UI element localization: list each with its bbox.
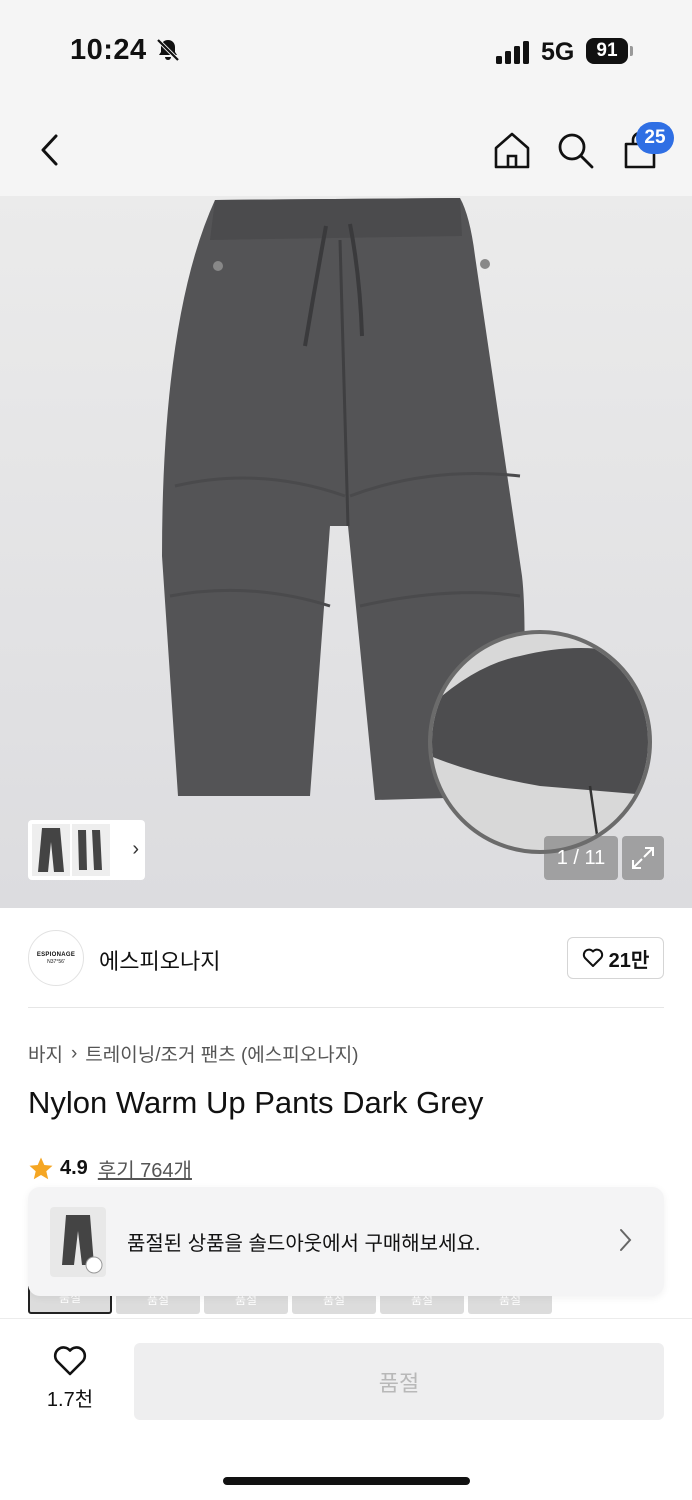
status-bar: 10:24 5G 91 <box>0 0 692 100</box>
review-count-link[interactable]: 후기 764개 <box>98 1154 192 1183</box>
chevron-right-icon: › <box>70 1042 78 1064</box>
back-button[interactable] <box>26 126 74 174</box>
star-icon <box>29 1157 53 1179</box>
breadcrumb-subcategory[interactable]: 트레이닝/조거 팬츠 (에스피오나지) <box>85 1040 358 1067</box>
top-nav <box>0 100 692 196</box>
heart-icon <box>53 1346 87 1376</box>
heart-icon <box>582 948 603 967</box>
network-type: 5G <box>541 38 575 66</box>
search-icon <box>558 133 594 169</box>
soldout-thumbnail <box>50 1207 106 1277</box>
brand-like-count: 21만 <box>608 949 650 972</box>
rating-value: 4.9 <box>60 1157 88 1179</box>
bottom-action-bar: 1.7천 품절 <box>0 1318 692 1500</box>
cart-count-badge: 25 <box>636 122 674 154</box>
thumbnail[interactable] <box>32 824 70 876</box>
expand-button[interactable] <box>622 836 664 880</box>
expand-icon <box>632 847 654 869</box>
divider <box>28 1007 664 1008</box>
home-button[interactable] <box>488 126 536 174</box>
brand-row: ESPIONAGE N37°56' 에스피오나지 21만 <box>0 908 692 1008</box>
bell-muted-icon <box>156 38 180 62</box>
soldout-banner[interactable]: 품절된 상품을 솔드아웃에서 구매해보세요. <box>28 1187 664 1296</box>
thumbnail-strip[interactable]: › <box>28 820 145 880</box>
breadcrumb-category[interactable]: 바지 <box>28 1040 63 1067</box>
wishlist-count: 1.7천 <box>46 1389 94 1411</box>
signal-icon <box>496 41 529 64</box>
product-image-gallery[interactable]: › 1 / 11 <box>0 196 692 908</box>
thumbnail[interactable] <box>72 824 110 876</box>
home-icon <box>494 132 530 169</box>
chevron-right-icon <box>620 1229 632 1251</box>
product-title: Nylon Warm Up Pants Dark Grey <box>28 1085 484 1120</box>
rating-row: 4.9 후기 764개 <box>28 1154 192 1183</box>
chevron-right-icon: › <box>132 838 139 860</box>
back-icon <box>41 134 58 166</box>
search-button[interactable] <box>551 126 599 174</box>
soldout-banner-text: 품절된 상품을 솔드아웃에서 구매해보세요. <box>127 1233 481 1255</box>
battery-tip <box>630 46 633 56</box>
brand-like-button[interactable]: 21만 <box>567 937 664 979</box>
battery-icon: 91 <box>586 38 628 64</box>
brand-name[interactable]: 에스피오나지 <box>99 944 220 976</box>
soldout-buy-button[interactable]: 품절 <box>134 1343 664 1420</box>
product-image <box>162 198 652 854</box>
breadcrumb: 바지 › 트레이닝/조거 팬츠 (에스피오나지) <box>28 1040 359 1067</box>
image-counter: 1 / 11 <box>544 836 618 880</box>
brand-logo[interactable]: ESPIONAGE N37°56' <box>28 930 84 986</box>
status-time: 10:24 <box>70 34 147 66</box>
wishlist-button[interactable]: 1.7천 <box>28 1345 112 1425</box>
home-indicator <box>223 1477 470 1485</box>
